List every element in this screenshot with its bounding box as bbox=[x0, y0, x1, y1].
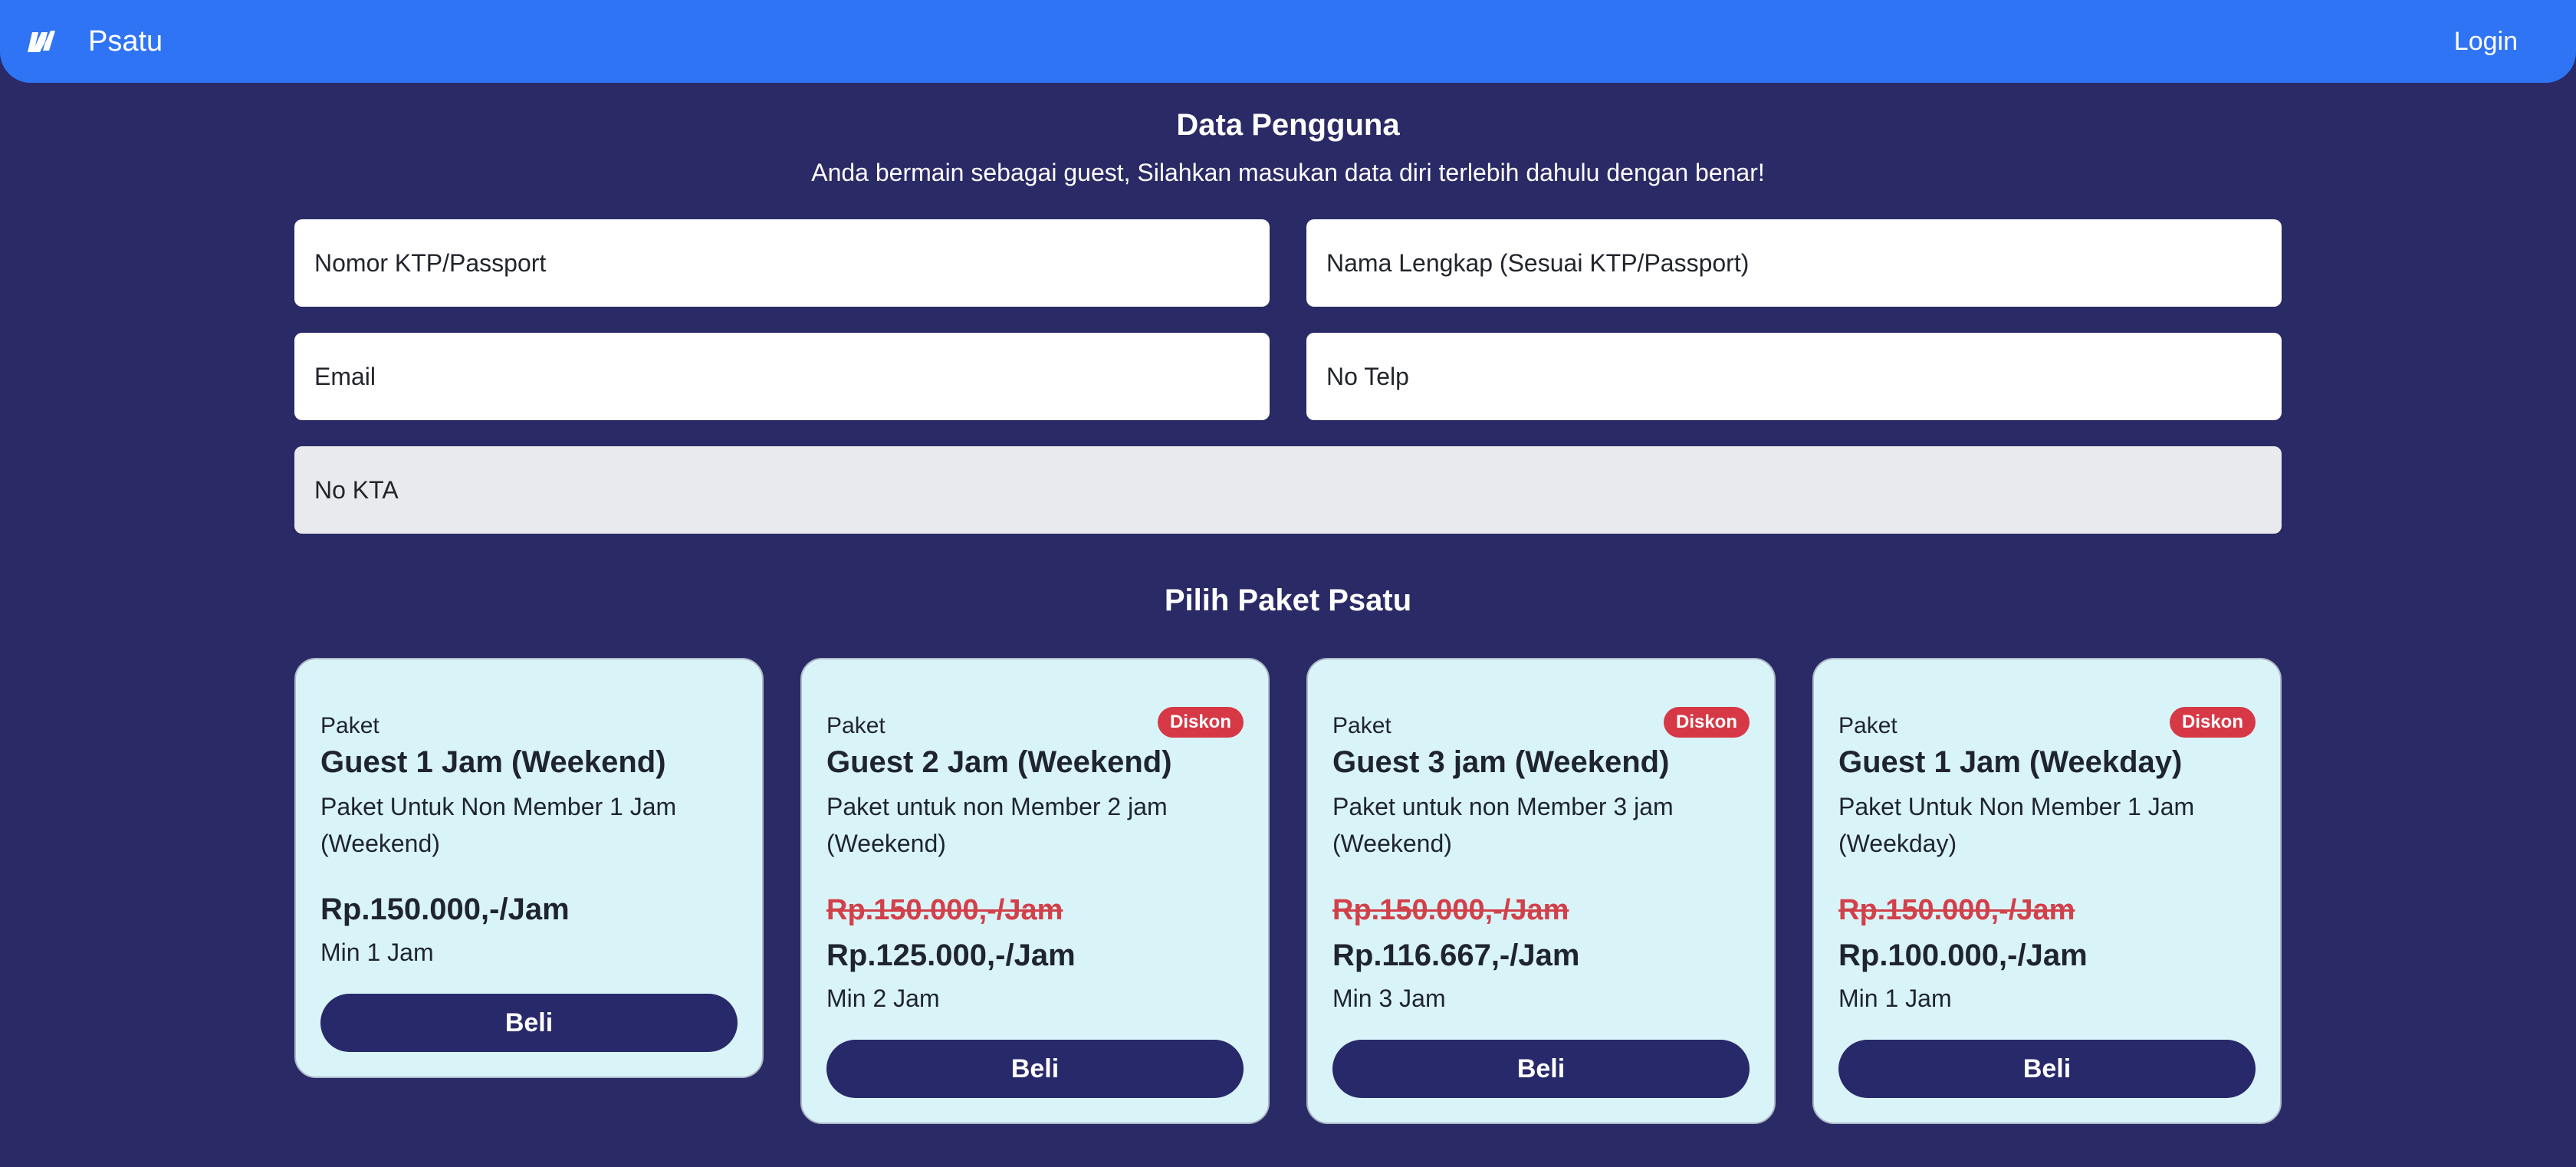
package-old-price: Rp.150.000,-/Jam bbox=[826, 894, 1063, 926]
package-price: Rp.150.000,-/Jam bbox=[320, 893, 570, 926]
form-subtitle: Anda bermain sebagai guest, Silahkan mas… bbox=[811, 159, 1765, 186]
buy-button[interactable]: Beli bbox=[1332, 1040, 1750, 1098]
package-description: Paket untuk non Member 3 jam (Weekend) bbox=[1332, 793, 1674, 857]
package-description: Paket Untuk Non Member 1 Jam (Weekend) bbox=[320, 793, 677, 857]
package-name: Guest 1 Jam (Weekday) bbox=[1838, 745, 2183, 779]
package-label: Paket bbox=[826, 713, 886, 738]
form-title: Data Pengguna bbox=[1176, 108, 1400, 142]
brand-logo-icon[interactable] bbox=[25, 28, 57, 54]
package-label: Paket bbox=[320, 713, 380, 738]
package-old-price: Rp.150.000,-/Jam bbox=[1332, 894, 1569, 926]
discount-badge: Diskon bbox=[2169, 707, 2256, 738]
package-price: Rp.100.000,-/Jam bbox=[1838, 939, 2088, 972]
package-name: Guest 3 jam (Weekend) bbox=[1332, 745, 1670, 779]
package-card: Diskon Paket Guest 3 jam (Weekend) Paket… bbox=[1306, 658, 1776, 1124]
full-name-input[interactable]: Nama Lengkap (Sesuai KTP/Passport) bbox=[1306, 219, 2282, 307]
package-min-duration: Min 3 Jam bbox=[1332, 985, 1446, 1012]
package-old-price: Rp.150.000,-/Jam bbox=[1838, 894, 2075, 926]
packages-title: Pilih Paket Psatu bbox=[1164, 584, 1412, 617]
package-description: Paket untuk non Member 2 jam (Weekend) bbox=[826, 793, 1168, 857]
buy-button[interactable]: Beli bbox=[826, 1040, 1244, 1098]
brand-name[interactable]: Psatu bbox=[88, 23, 163, 60]
buy-button[interactable]: Beli bbox=[320, 994, 738, 1052]
package-price: Rp.116.667,-/Jam bbox=[1332, 939, 1580, 972]
package-card: Diskon Paket Guest 1 Jam (Weekday) Paket… bbox=[1812, 658, 2282, 1124]
kta-input[interactable]: No KTA bbox=[294, 446, 2282, 534]
package-card: Diskon Paket Guest 2 Jam (Weekend) Paket… bbox=[800, 658, 1270, 1124]
package-name: Guest 2 Jam (Weekend) bbox=[826, 745, 1172, 779]
package-price: Rp.125.000,-/Jam bbox=[826, 939, 1076, 972]
package-label: Paket bbox=[1838, 713, 1898, 738]
package-min-duration: Min 1 Jam bbox=[320, 939, 434, 966]
login-link[interactable]: Login bbox=[2454, 25, 2518, 58]
package-card: Paket Guest 1 Jam (Weekend) Paket Untuk … bbox=[294, 658, 764, 1078]
email-input[interactable]: Email bbox=[294, 333, 1270, 420]
package-label: Paket bbox=[1332, 713, 1392, 738]
discount-badge: Diskon bbox=[1157, 707, 1244, 738]
phone-input[interactable]: No Telp bbox=[1306, 333, 2282, 420]
buy-button[interactable]: Beli bbox=[1838, 1040, 2256, 1098]
package-description: Paket Untuk Non Member 1 Jam (Weekday) bbox=[1838, 793, 2195, 857]
top-navbar: Psatu Login bbox=[0, 0, 2576, 83]
package-min-duration: Min 2 Jam bbox=[826, 985, 940, 1012]
package-name: Guest 1 Jam (Weekend) bbox=[320, 745, 666, 779]
discount-badge: Diskon bbox=[1663, 707, 1750, 738]
ktp-input[interactable]: Nomor KTP/Passport bbox=[294, 219, 1270, 307]
package-min-duration: Min 1 Jam bbox=[1838, 985, 1952, 1012]
